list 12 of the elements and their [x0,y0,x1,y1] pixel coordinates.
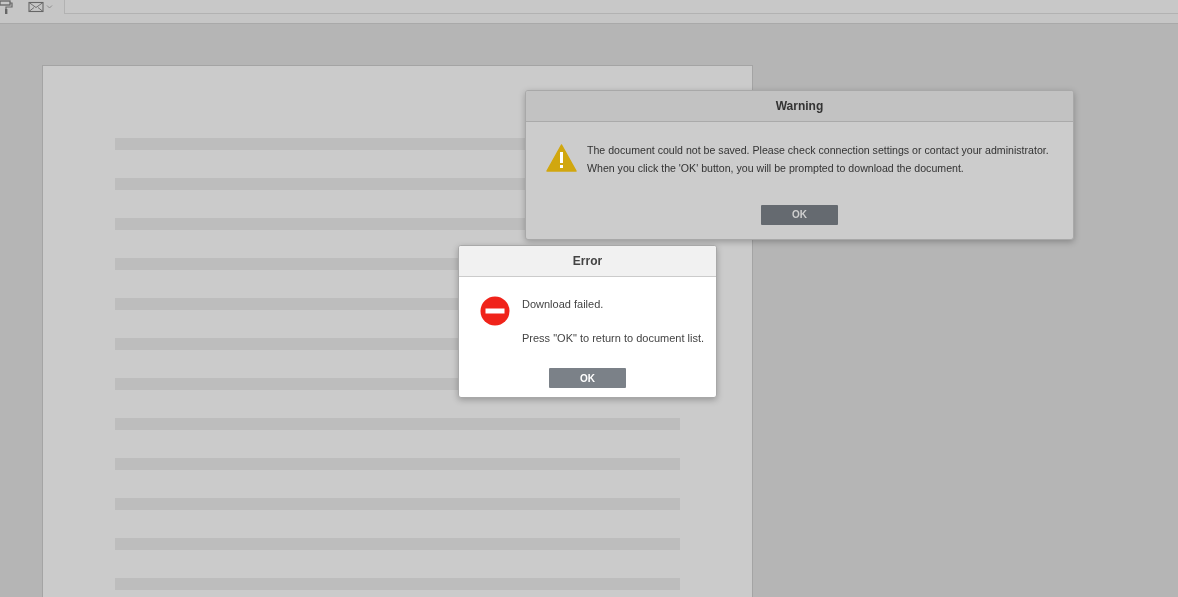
dialog-title: Warning [526,91,1073,122]
ok-button[interactable]: OK [549,368,626,388]
dialog-message: The document could not be saved. Please check connection settings or contact your administrator. [587,143,1049,158]
dialog-title: Error [459,246,716,277]
paint-roller-icon[interactable] [0,0,14,14]
ok-button[interactable]: OK [761,204,838,225]
mail-icon[interactable] [28,0,54,14]
dialog-message: Press "OK" to return to document list. [522,330,705,346]
warning-icon [546,144,577,172]
dialog-message: Download failed. [522,297,605,312]
error-icon [480,296,510,326]
dialog-message: When you click the 'OK' button, you will be prompted to download the document. [587,160,965,176]
